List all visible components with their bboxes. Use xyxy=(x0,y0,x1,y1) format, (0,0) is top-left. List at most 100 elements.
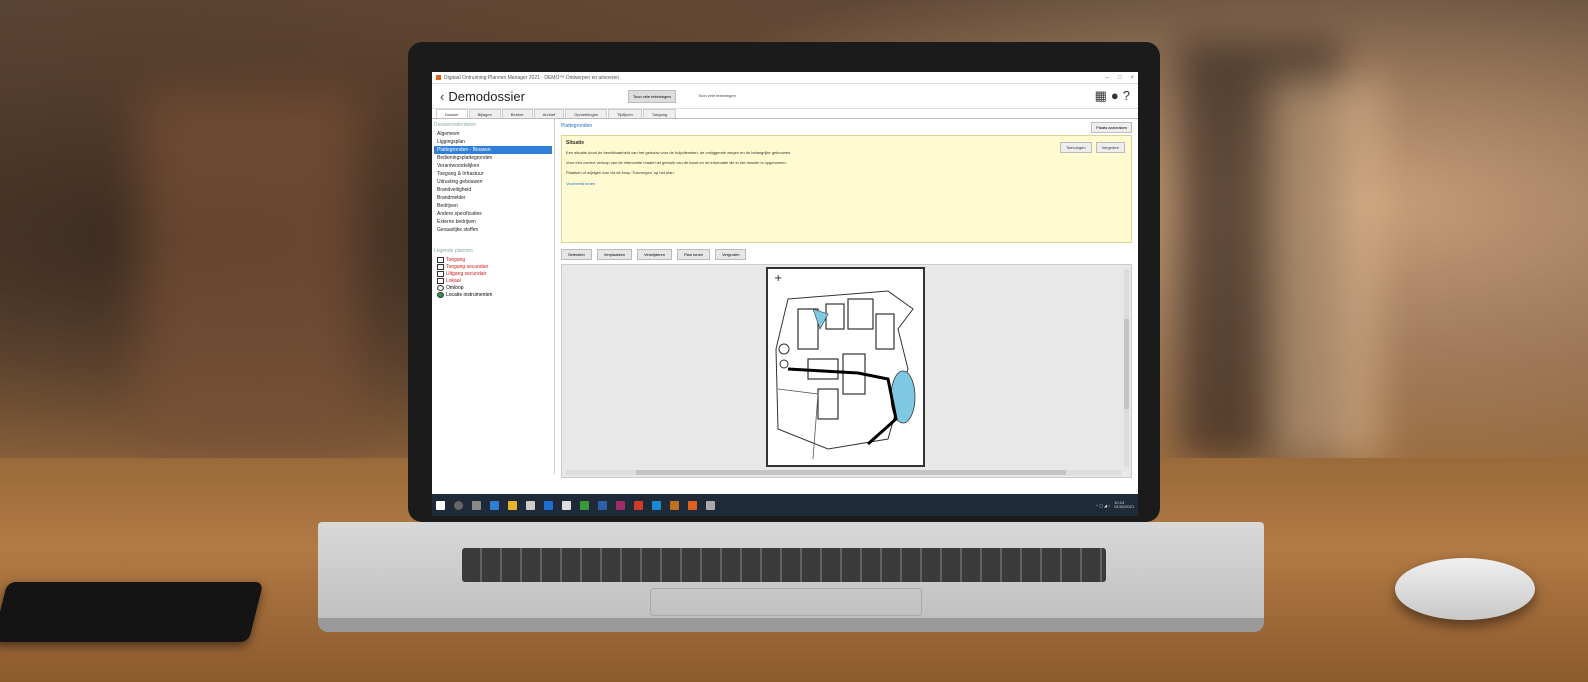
sidebar-item[interactable]: Liggingsplan xyxy=(434,138,552,146)
breadcrumb[interactable]: Plattegronden xyxy=(561,123,1132,129)
word-icon[interactable] xyxy=(598,500,607,510)
tab-opmerkingen[interactable]: Opmerkingen xyxy=(565,109,608,118)
computer-mouse xyxy=(1395,558,1535,620)
sidebar-item[interactable]: Brandmelder xyxy=(434,194,552,202)
store-icon[interactable] xyxy=(526,500,535,510)
search-icon[interactable] xyxy=(454,500,463,510)
legend-item[interactable]: Toegang xyxy=(434,256,552,263)
sidebar-heading: Dossieronderdelen xyxy=(434,122,476,128)
tray-icons[interactable]: ^ ▢ ◢ ♪ xyxy=(1096,503,1110,508)
maximize-button[interactable]: □ xyxy=(1118,75,1122,81)
info-paragraph: Een situatie toont de bereikbaarheid van… xyxy=(566,150,792,155)
windows-start-icon[interactable] xyxy=(436,500,445,510)
windows-taskbar: ^ ▢ ◢ ♪ 10:24 01/02/2021 ▤ xyxy=(432,494,1138,516)
app-icon[interactable] xyxy=(706,500,715,510)
sidebar-item[interactable]: Externe bedrijven xyxy=(434,218,552,226)
create-place-button[interactable]: Plaats aanmaken xyxy=(1091,122,1132,133)
help-icon[interactable]: ? xyxy=(1123,88,1130,104)
sidebar-item[interactable]: Verantwoordelijken xyxy=(434,162,552,170)
legend-circle-icon xyxy=(437,284,444,291)
info-box: Situatie Toevoegen Vergroten Een situati… xyxy=(561,135,1132,243)
app-icon xyxy=(436,75,441,80)
app-header: ‹ Demodossier Toon vele tekeningen Toon … xyxy=(432,84,1138,109)
outlook-icon[interactable] xyxy=(652,500,661,510)
chevron-left-icon[interactable]: ‹ xyxy=(440,89,444,104)
site-map-graphic: + xyxy=(774,273,916,460)
legend-swatch-icon xyxy=(437,270,444,277)
info-paragraph: Voor een correct verloop van de interven… xyxy=(566,160,787,166)
legend-location-icon xyxy=(437,291,444,298)
legend-item[interactable]: Toegang secundair xyxy=(434,263,552,270)
sidebar-item[interactable]: Bedrijven xyxy=(434,202,552,210)
legend-swatch-icon xyxy=(437,263,444,270)
legend-item[interactable]: Omloop xyxy=(434,284,552,291)
show-plan-button[interactable]: Plan tonen xyxy=(676,249,711,260)
site-plan-drawing[interactable]: + xyxy=(766,267,925,467)
move-button[interactable]: Verplaatsen xyxy=(596,249,633,260)
sidebar-item[interactable]: Bedieningsplattegronden xyxy=(434,154,552,162)
add-button[interactable]: Toevoegen xyxy=(1060,142,1092,153)
folder-icon[interactable] xyxy=(508,500,517,510)
page-title: Demodossier xyxy=(448,88,525,104)
preview-link[interactable]: Voorbeeld tonen xyxy=(566,181,595,186)
onenote-icon[interactable] xyxy=(616,500,625,510)
smartphone xyxy=(0,582,264,642)
minimize-button[interactable]: – xyxy=(1106,75,1109,81)
sidebar-item[interactable]: Brandveiligheid xyxy=(434,186,552,194)
tab-bijlagen[interactable]: Bijlagen xyxy=(468,109,501,118)
laptop-screen: Digitaal Ontruiming Plannen Manager 2021… xyxy=(432,72,1138,516)
legend-swatch-icon xyxy=(437,277,444,284)
sidebar-item[interactable]: Gevaarlijke stoffen xyxy=(434,226,552,234)
legend-item[interactable]: Uitgang secundair xyxy=(434,270,552,277)
vertical-scrollbar[interactable] xyxy=(1124,269,1129,467)
tab-dossier[interactable]: Dossier xyxy=(436,109,468,118)
plan-toolbar: Selecteer Verplaatsen Verwijderen Plan t… xyxy=(561,249,1132,260)
user-icon[interactable]: ● xyxy=(1111,88,1119,104)
legend: Legende plannen Toegang Toegang secundai… xyxy=(434,248,552,298)
background-blur xyxy=(140,90,360,450)
legend-heading: Legende plannen xyxy=(434,248,473,254)
app-icon[interactable] xyxy=(562,500,571,510)
window-titlebar: Digitaal Ontruiming Plannen Manager 2021… xyxy=(432,72,1138,84)
tab-archief[interactable]: Archief xyxy=(533,109,565,118)
window-title: Digitaal Ontruiming Plannen Manager 2021… xyxy=(444,74,620,81)
sidebar-item-active[interactable]: Plattegronden - Bouwen xyxy=(434,146,552,154)
tab-bar: Dossier Bijlagen Beheer Archief Opmerkin… xyxy=(432,109,1138,119)
sidebar-item[interactable]: Uitrusting gebouwen xyxy=(434,178,552,186)
legend-swatch-icon xyxy=(437,256,444,263)
zoom-button[interactable]: Vergroten xyxy=(715,249,747,260)
info-paragraph: Plaatsen of wijzigen kan via de knop 'To… xyxy=(566,170,675,176)
tab-toegang[interactable]: Toegang xyxy=(642,109,677,118)
info-title: Situatie xyxy=(566,140,585,146)
close-button[interactable]: × xyxy=(1130,75,1134,81)
background-blur xyxy=(1270,80,1380,460)
legend-item[interactable]: Lokaal xyxy=(434,277,552,284)
plan-viewer[interactable]: + xyxy=(561,264,1132,478)
show-drawings-button[interactable]: Toon vele tekeningen xyxy=(628,90,676,103)
laptop-trackpad xyxy=(650,588,922,616)
legend-item[interactable]: Locatie instrumenten xyxy=(434,291,552,298)
edge-icon[interactable] xyxy=(490,500,499,510)
powerpoint-icon[interactable] xyxy=(634,500,643,510)
enlarge-button[interactable]: Vergroten xyxy=(1095,142,1125,153)
active-app-icon[interactable] xyxy=(688,500,697,510)
mail-icon[interactable] xyxy=(544,500,553,510)
select-button[interactable]: Selecteer xyxy=(561,249,592,260)
chrome-icon[interactable] xyxy=(580,500,589,510)
laptop-keyboard xyxy=(462,548,1106,582)
grid-icon[interactable]: ▦ xyxy=(1095,88,1107,104)
delete-button[interactable]: Verwijderen xyxy=(637,249,672,260)
task-view-icon[interactable] xyxy=(472,500,481,510)
add-icon: + xyxy=(774,273,782,284)
clock-date[interactable]: 01/02/2021 xyxy=(1114,504,1134,509)
horizontal-scrollbar[interactable] xyxy=(566,470,1121,475)
sidebar-item[interactable]: Andere specificaties xyxy=(434,210,552,218)
sidebar: Dossieronderdelen Algemeen Liggingsplan … xyxy=(432,119,555,474)
tab-tijdlijnen[interactable]: Tijdlijnen xyxy=(608,109,642,118)
tab-beheer[interactable]: Beheer xyxy=(501,109,533,118)
drawing-select[interactable]: Toon vele tekeningen xyxy=(694,90,782,101)
sidebar-item[interactable]: Algemeen xyxy=(434,130,552,138)
sidebar-item[interactable]: Toegang & Infrastuur xyxy=(434,170,552,178)
main-panel: Plattegronden Plaats aanmaken Situatie T… xyxy=(555,119,1138,478)
app-icon[interactable] xyxy=(670,500,679,510)
